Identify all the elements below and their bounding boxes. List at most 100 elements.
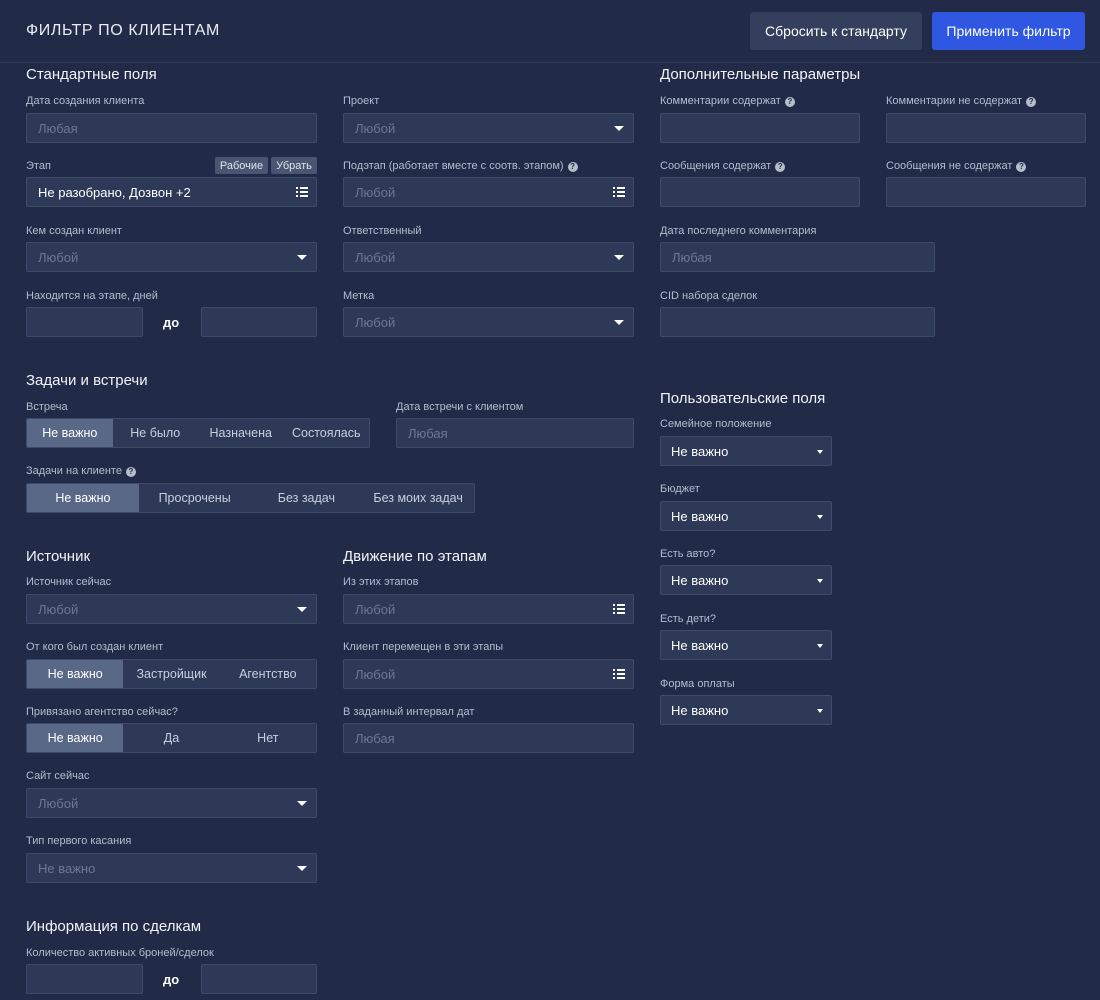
tasks-option-no-my-tasks[interactable]: Без моих задач xyxy=(362,484,474,512)
chevron-down-icon xyxy=(817,450,823,454)
stage-working-tag[interactable]: Рабочие xyxy=(215,157,268,174)
stage-label: Этап xyxy=(26,160,51,172)
page-title: ФИЛЬТР ПО КЛИЕНТАМ xyxy=(26,22,220,39)
custom-field-label: Есть авто? xyxy=(660,548,716,560)
chevron-down-icon xyxy=(297,255,307,260)
has-children-select[interactable]: Не важно xyxy=(660,630,832,660)
meeting-date-input[interactable]: Любая xyxy=(396,418,634,448)
site-label: Сайт сейчас xyxy=(26,770,90,782)
interval-label: В заданный интервал дат xyxy=(343,706,475,718)
comments-not-contain-input[interactable] xyxy=(886,113,1086,143)
site-select-value: Любой xyxy=(38,795,79,811)
project-select[interactable]: Любой xyxy=(343,113,634,143)
marital-status-select[interactable]: Не важно xyxy=(660,436,832,466)
messages-contain-input[interactable] xyxy=(660,177,860,207)
section-title-deals: Информация по сделкам xyxy=(26,918,202,935)
meeting-option-none[interactable]: Не было xyxy=(113,419,199,447)
meeting-option-held[interactable]: Состоялась xyxy=(284,419,370,447)
source-current-value: Любой xyxy=(38,601,79,617)
agency-option-yes[interactable]: Да xyxy=(123,724,219,752)
client-tasks-segmented-control: Не важно Просрочены Без задач Без моих з… xyxy=(26,483,475,513)
help-icon[interactable]: ? xyxy=(775,161,786,172)
comments-not-contain-text: Комментарии не содержат xyxy=(886,95,1023,107)
created-from-segmented-control: Не важно Застройщик Агентство xyxy=(26,659,317,689)
messages-contain-text: Сообщения содержат xyxy=(660,160,772,172)
moved-to-label: Клиент перемещен в эти этапы xyxy=(343,641,504,653)
chevron-down-icon xyxy=(297,801,307,806)
chevron-down-icon xyxy=(614,255,624,260)
custom-field-label: Бюджет xyxy=(660,483,700,495)
stage-remove-tag[interactable]: Убрать xyxy=(271,157,317,174)
moved-to-select[interactable]: Любой xyxy=(343,659,634,689)
days-from-input[interactable] xyxy=(26,307,143,337)
project-select-value: Любой xyxy=(355,120,396,136)
section-title-standard: Стандартные поля xyxy=(26,66,157,83)
budget-select[interactable]: Не важно xyxy=(660,501,832,531)
help-icon[interactable]: ? xyxy=(784,96,795,107)
agency-option-no[interactable]: Нет xyxy=(220,724,316,752)
agency-bound-label: Привязано агентство сейчас? xyxy=(26,706,178,718)
created-by-label: Кем создан клиент xyxy=(26,225,122,237)
created-date-label: Дата создания клиента xyxy=(26,95,145,107)
help-icon[interactable]: ? xyxy=(125,466,136,477)
interval-input[interactable]: Любая xyxy=(343,723,634,753)
help-icon[interactable]: ? xyxy=(1016,161,1027,172)
created-date-input[interactable]: Любая xyxy=(26,113,317,143)
apply-filter-button[interactable]: Применить фильтр xyxy=(932,12,1085,50)
agency-bound-segmented-control: Не важно Да Нет xyxy=(26,723,317,753)
moved-to-value: Любой xyxy=(355,666,396,682)
mark-select[interactable]: Любой xyxy=(343,307,634,337)
site-select[interactable]: Любой xyxy=(26,788,317,818)
section-title-extra: Дополнительные параметры xyxy=(660,66,861,83)
active-count-to-input[interactable] xyxy=(201,964,317,994)
messages-contain-label: Сообщения содержат? xyxy=(660,160,786,172)
created-by-select-value: Любой xyxy=(38,249,79,265)
first-touch-value: Не важно xyxy=(38,860,96,876)
days-to-input[interactable] xyxy=(201,307,317,337)
comments-contain-text: Комментарии содержат xyxy=(660,95,781,107)
cid-input[interactable] xyxy=(660,307,935,337)
first-touch-label: Тип первого касания xyxy=(26,835,132,847)
created-by-select[interactable]: Любой xyxy=(26,242,317,272)
chevron-down-icon xyxy=(817,579,823,583)
active-count-from-input[interactable] xyxy=(26,964,143,994)
has-car-select[interactable]: Не важно xyxy=(660,565,832,595)
source-current-label: Источник сейчас xyxy=(26,576,112,588)
messages-not-contain-input[interactable] xyxy=(886,177,1086,207)
created-from-option-not-important[interactable]: Не важно xyxy=(27,660,124,688)
header-bar: ФИЛЬТР ПО КЛИЕНТАМ Сбросить к стандарту … xyxy=(0,0,1100,63)
active-count-label: Количество активных броней/сделок xyxy=(26,947,214,959)
list-icon xyxy=(613,604,625,614)
payment-form-value: Не важно xyxy=(671,702,729,718)
created-from-option-agency[interactable]: Агентство xyxy=(220,660,316,688)
payment-form-select[interactable]: Не важно xyxy=(660,695,832,725)
messages-not-contain-text: Сообщения не содержат xyxy=(886,160,1013,172)
substage-label-text: Подэтап (работает вместе с соотв. этапом… xyxy=(343,160,564,172)
project-label: Проект xyxy=(343,95,380,107)
responsible-select[interactable]: Любой xyxy=(343,242,634,272)
meeting-segmented-control: Не важно Не было Назначена Состоялась xyxy=(26,418,370,448)
tasks-option-not-important[interactable]: Не важно xyxy=(27,484,139,512)
help-icon[interactable]: ? xyxy=(1026,96,1037,107)
list-icon xyxy=(613,669,625,679)
chevron-down-icon xyxy=(817,709,823,713)
meeting-date-label: Дата встречи с клиентом xyxy=(396,401,524,413)
created-from-option-developer[interactable]: Застройщик xyxy=(123,660,219,688)
source-current-select[interactable]: Любой xyxy=(26,594,317,624)
tasks-option-no-tasks[interactable]: Без задач xyxy=(251,484,363,512)
meeting-option-not-important[interactable]: Не важно xyxy=(27,419,113,447)
tasks-option-overdue[interactable]: Просрочены xyxy=(139,484,251,512)
list-icon xyxy=(613,187,625,197)
list-icon xyxy=(296,187,308,197)
agency-option-not-important[interactable]: Не важно xyxy=(27,724,124,752)
help-icon[interactable]: ? xyxy=(567,161,578,172)
reset-button[interactable]: Сбросить к стандарту xyxy=(750,12,922,50)
section-title-source: Источник xyxy=(26,548,91,565)
stage-select[interactable]: Не разобрано, Дозвон +2 xyxy=(26,177,317,207)
last-comment-date-input[interactable]: Любая xyxy=(660,242,935,272)
first-touch-select[interactable]: Не важно xyxy=(26,853,317,883)
meeting-option-scheduled[interactable]: Назначена xyxy=(198,419,284,447)
from-stages-select[interactable]: Любой xyxy=(343,594,634,624)
comments-contain-input[interactable] xyxy=(660,113,860,143)
substage-select[interactable]: Любой xyxy=(343,177,634,207)
